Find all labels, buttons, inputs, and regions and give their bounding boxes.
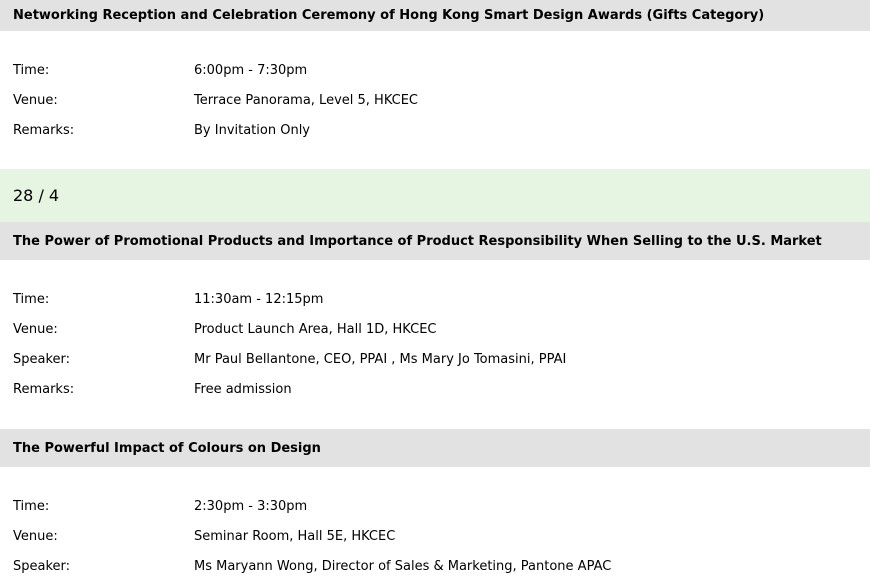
detail-row-time: Time: 11:30am - 12:15pm	[0, 284, 870, 314]
detail-row-venue: Venue: Terrace Panorama, Level 5, HKCEC	[0, 85, 870, 115]
event-details-promotional-products: Time: 11:30am - 12:15pm Venue: Product L…	[0, 260, 870, 429]
detail-label: Time:	[13, 62, 50, 78]
detail-value: 6:00pm - 7:30pm	[194, 62, 308, 78]
detail-label: Remarks:	[13, 381, 75, 397]
detail-row-time: Time: 6:00pm - 7:30pm	[0, 55, 870, 85]
event-title-networking-reception: Networking Reception and Celebration Cer…	[0, 0, 870, 31]
detail-row-venue: Venue: Product Launch Area, Hall 1D, HKC…	[0, 314, 870, 344]
date-header: 28 / 4	[0, 169, 870, 222]
detail-value: Ms Maryann Wong, Director of Sales & Mar…	[194, 558, 612, 574]
detail-value: 2:30pm - 3:30pm	[194, 498, 308, 514]
detail-row-time: Time: 2:30pm - 3:30pm	[0, 491, 870, 521]
event-details-colours-on-design: Time: 2:30pm - 3:30pm Venue: Seminar Roo…	[0, 467, 870, 581]
event-details-networking-reception: Time: 6:00pm - 7:30pm Venue: Terrace Pan…	[0, 31, 870, 169]
detail-value: Free admission	[194, 381, 292, 397]
detail-value: Terrace Panorama, Level 5, HKCEC	[194, 92, 418, 108]
detail-value: By Invitation Only	[194, 122, 310, 138]
detail-label: Time:	[13, 291, 50, 307]
detail-row-remarks: Remarks: Free admission	[0, 374, 870, 404]
detail-value: Seminar Room, Hall 5E, HKCEC	[194, 528, 396, 544]
detail-label: Venue:	[13, 92, 58, 108]
detail-value: 11:30am - 12:15pm	[194, 291, 324, 307]
detail-label: Speaker:	[13, 351, 71, 367]
detail-label: Remarks:	[13, 122, 75, 138]
detail-row-remarks: Remarks: By Invitation Only	[0, 115, 870, 145]
detail-label: Venue:	[13, 528, 58, 544]
detail-label: Time:	[13, 498, 50, 514]
event-title-colours-on-design: The Powerful Impact of Colours on Design	[0, 429, 870, 467]
detail-value: Product Launch Area, Hall 1D, HKCEC	[194, 321, 437, 337]
event-title-promotional-products: The Power of Promotional Products and Im…	[0, 222, 870, 260]
detail-label: Venue:	[13, 321, 58, 337]
detail-row-speaker: Speaker: Mr Paul Bellantone, CEO, PPAI ,…	[0, 344, 870, 374]
detail-label: Speaker:	[13, 558, 71, 574]
detail-row-venue: Venue: Seminar Room, Hall 5E, HKCEC	[0, 521, 870, 551]
detail-value: Mr Paul Bellantone, CEO, PPAI , Ms Mary …	[194, 351, 567, 367]
